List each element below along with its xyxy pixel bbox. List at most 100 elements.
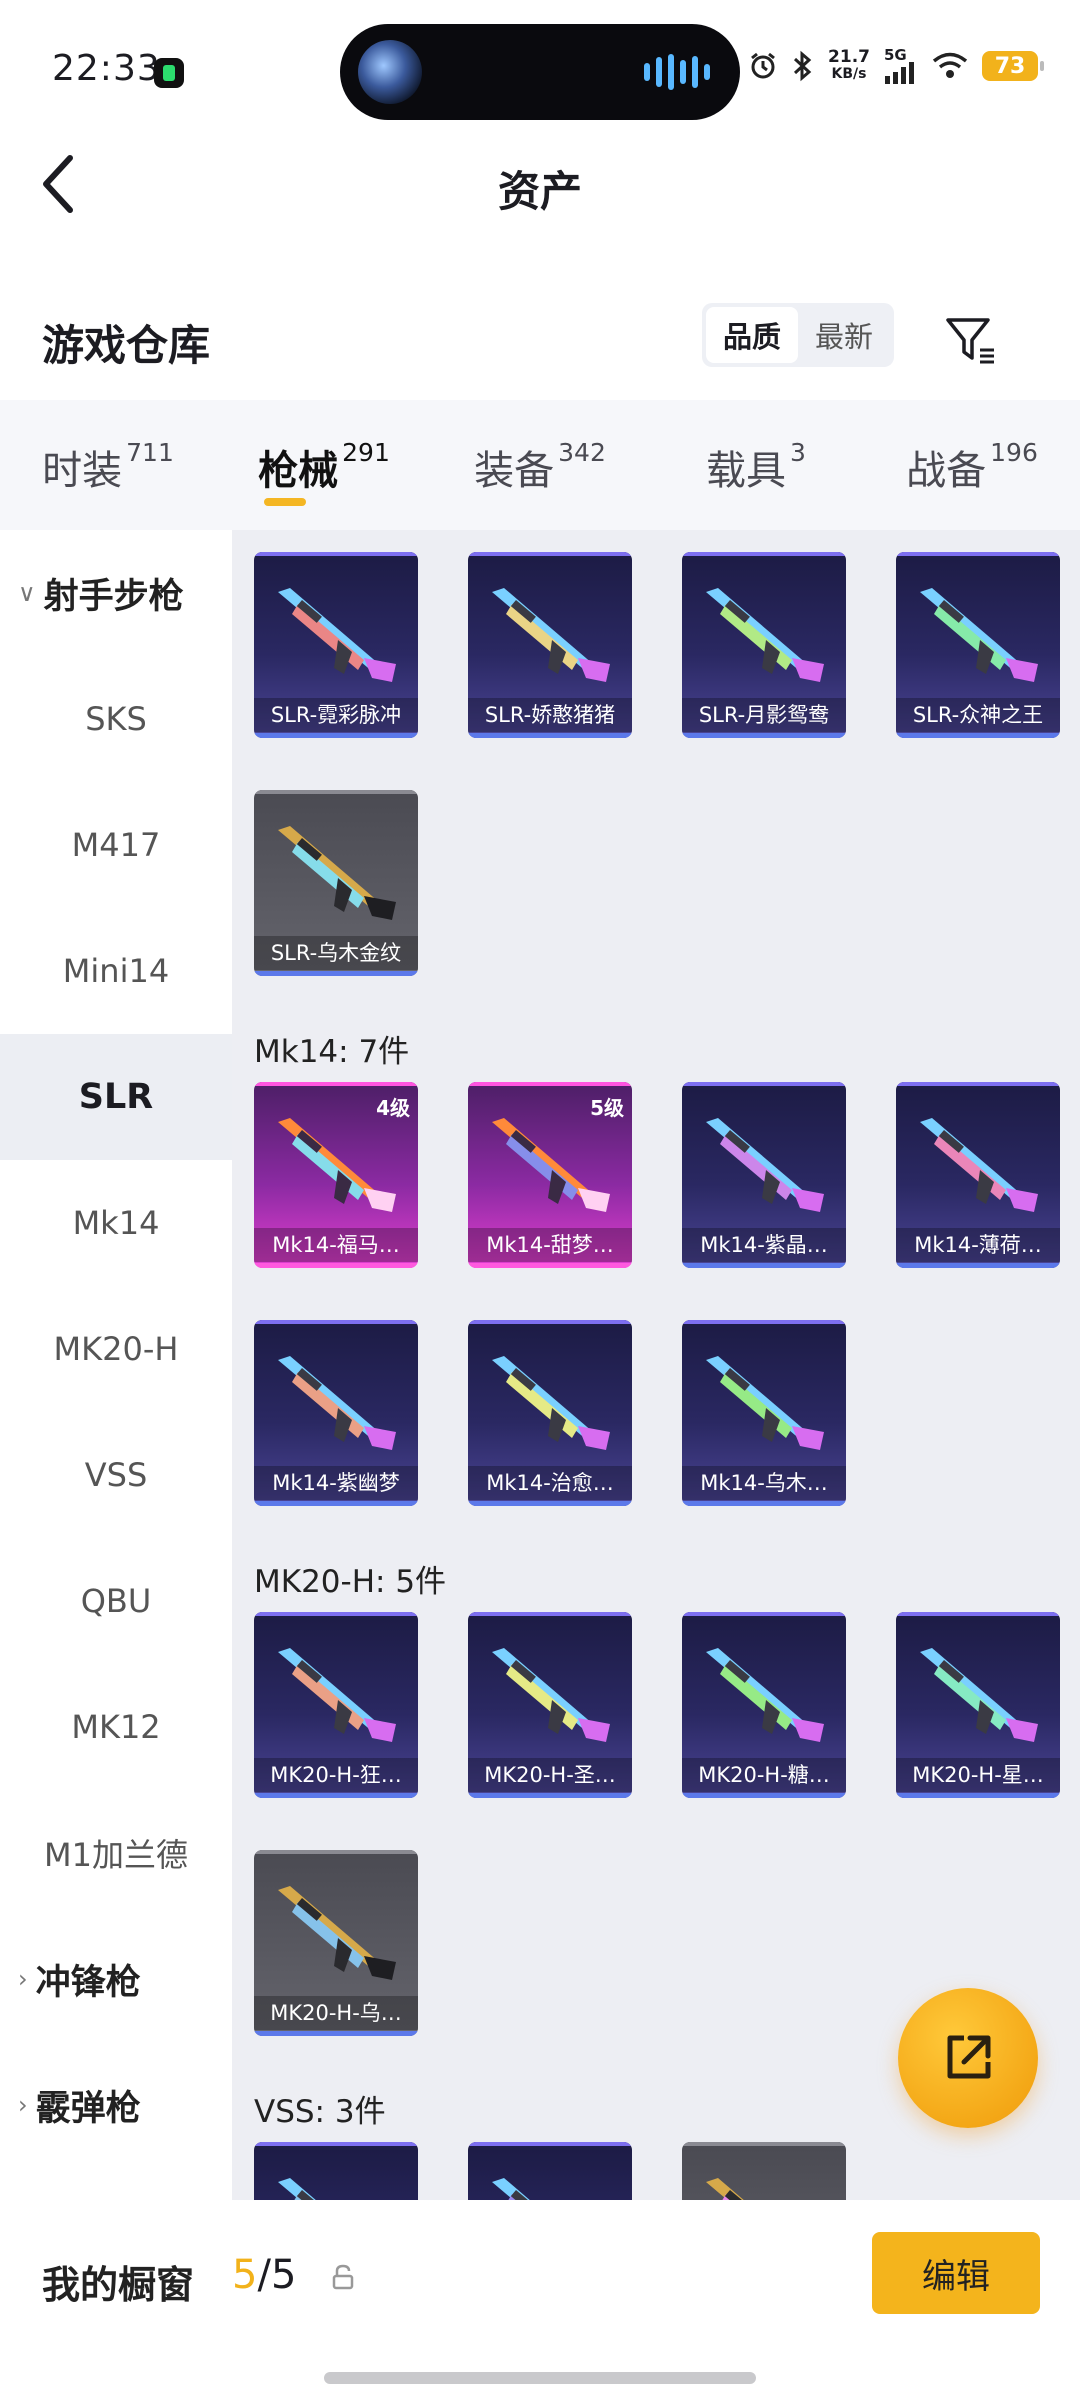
sidebar-item-m417[interactable]: M417 bbox=[0, 782, 232, 908]
rifle-icon bbox=[706, 588, 824, 682]
skin-level-badge: 5级 bbox=[590, 1096, 624, 1120]
weapon-skin-card[interactable] bbox=[254, 2142, 418, 2200]
alarm-icon bbox=[751, 52, 775, 79]
section-header: Mk14: 7件 bbox=[254, 1034, 410, 1070]
edit-showcase-button[interactable]: 编辑 bbox=[872, 2232, 1040, 2314]
rarity-bar bbox=[896, 1793, 1060, 1798]
showcase-count: 5/5 bbox=[232, 2252, 296, 2298]
page-title: 资产 bbox=[497, 167, 582, 216]
status-bar: 22:33 21.7 KB/s 5G 73 bbox=[0, 0, 1080, 130]
section-header: VSS: 3件 bbox=[254, 2094, 386, 2130]
sidebar-item-m1-garand[interactable]: M1加兰德 bbox=[0, 1790, 232, 1916]
sidebar-item-mini14[interactable]: Mini14 bbox=[0, 908, 232, 1034]
sidebar-item-mk12[interactable]: MK12 bbox=[0, 1664, 232, 1790]
sidebar-group-smg[interactable]: › 冲锋枪 bbox=[0, 1916, 232, 2042]
showcase-label: 我的橱窗 bbox=[42, 2263, 195, 2307]
sidebar-item-label: QBU bbox=[80, 1582, 152, 1620]
sidebar-item-sks[interactable]: SKS bbox=[0, 656, 232, 782]
net-speed-unit: KB/s bbox=[831, 66, 867, 82]
tab-equipment[interactable]: 装备 342 bbox=[432, 400, 648, 530]
rifle-icon bbox=[278, 1886, 396, 1980]
music-cover-icon bbox=[358, 40, 422, 104]
rarity-bar bbox=[254, 1501, 418, 1506]
filter-button[interactable] bbox=[940, 310, 1000, 370]
weapon-skin-card[interactable]: SLR-霓彩脉冲 bbox=[254, 552, 418, 738]
skin-name: MK20-H-狂… bbox=[254, 1758, 418, 1792]
sidebar-item-qbu[interactable]: QBU bbox=[0, 1538, 232, 1664]
home-indicator[interactable] bbox=[324, 2372, 756, 2384]
tab-count: 196 bbox=[990, 438, 1038, 467]
weapon-skin-card[interactable]: Mk14-薄荷… bbox=[896, 1082, 1060, 1268]
weapon-skin-card[interactable]: MK20-H-乌… bbox=[254, 1850, 418, 2036]
app-notification-icon bbox=[154, 58, 184, 88]
weapon-skin-card[interactable]: MK20-H-狂… bbox=[254, 1612, 418, 1798]
sidebar-item-label: M1加兰德 bbox=[44, 1836, 188, 1874]
sidebar-item-label: Mini14 bbox=[62, 952, 170, 990]
tab-label: 时装 bbox=[42, 448, 123, 494]
weapon-skin-card[interactable]: SLR-乌木金纹 bbox=[254, 790, 418, 976]
tab-label: 载具 bbox=[706, 448, 787, 494]
weapon-skin-card[interactable]: Mk14-紫晶… bbox=[682, 1082, 846, 1268]
skin-name: Mk14-紫幽梦 bbox=[254, 1466, 418, 1500]
weapon-skin-card[interactable]: Mk14-治愈… bbox=[468, 1320, 632, 1506]
rifle-icon bbox=[706, 1648, 824, 1742]
tab-supplies[interactable]: 战备 196 bbox=[864, 400, 1080, 530]
weapon-skin-card[interactable]: SLR-众神之王 bbox=[896, 552, 1060, 738]
skin-name: Mk14-薄荷… bbox=[896, 1228, 1060, 1262]
weapon-skin-card[interactable] bbox=[682, 2142, 846, 2200]
sort-quality-button[interactable]: 品质 bbox=[706, 307, 798, 363]
tab-count: 3 bbox=[790, 438, 806, 467]
skin-name: Mk14-甜梦… bbox=[468, 1228, 632, 1262]
sidebar-item-label: VSS bbox=[84, 1456, 148, 1494]
weapon-skin-card[interactable]: SLR-娇憨猪猪 bbox=[468, 552, 632, 738]
weapon-skin-card[interactable]: Mk14-乌木… bbox=[682, 1320, 846, 1506]
lock-open-icon bbox=[332, 2264, 354, 2290]
skin-name: Mk14-紫晶… bbox=[682, 1228, 846, 1262]
rarity-bar bbox=[896, 1263, 1060, 1268]
warehouse-title: 游戏仓库 bbox=[42, 321, 211, 370]
sidebar-item-mk20h[interactable]: MK20-H bbox=[0, 1286, 232, 1412]
weapon-skin-card[interactable]: SLR-月影鸳鸯 bbox=[682, 552, 846, 738]
sidebar-item-mk14[interactable]: Mk14 bbox=[0, 1160, 232, 1286]
tab-count: 711 bbox=[126, 438, 174, 467]
rarity-bar bbox=[468, 1263, 632, 1268]
weapon-skin-card[interactable]: MK20-H-糖… bbox=[682, 1612, 846, 1798]
weapon-skin-card[interactable]: MK20-H-圣… bbox=[468, 1612, 632, 1798]
weapon-skin-card[interactable]: 4级 Mk14-福马… bbox=[254, 1082, 418, 1268]
rifle-icon bbox=[920, 1648, 1038, 1742]
sidebar-item-slr[interactable]: SLR bbox=[0, 1034, 232, 1160]
rifle-icon bbox=[278, 588, 396, 682]
chevron-right-icon: › bbox=[18, 1965, 28, 1993]
weapon-skin-card[interactable]: MK20-H-星… bbox=[896, 1612, 1060, 1798]
weapon-skin-card[interactable]: Mk14-紫幽梦 bbox=[254, 1320, 418, 1506]
rarity-bar bbox=[682, 1793, 846, 1798]
sidebar-group-shotgun[interactable]: › 霰弹枪 bbox=[0, 2042, 232, 2168]
share-button[interactable] bbox=[898, 1988, 1038, 2128]
tab-label: 枪械 bbox=[258, 448, 339, 494]
share-export-icon bbox=[947, 2035, 991, 2079]
dynamic-island[interactable] bbox=[340, 24, 740, 120]
sidebar-item-label: 冲锋枪 bbox=[35, 1962, 141, 2003]
tab-costume[interactable]: 时装 711 bbox=[0, 400, 216, 530]
rifle-icon bbox=[492, 1118, 610, 1212]
rarity-bar bbox=[468, 1793, 632, 1798]
sidebar-item-vss[interactable]: VSS bbox=[0, 1412, 232, 1538]
rarity-bar bbox=[468, 1501, 632, 1506]
sidebar-item-label: 射手步枪 bbox=[43, 576, 184, 617]
skin-name: Mk14-乌木… bbox=[682, 1466, 846, 1500]
rifle-icon bbox=[278, 1118, 396, 1212]
sidebar-item-label: Mk14 bbox=[72, 1204, 160, 1242]
weapon-skin-card[interactable]: 5级 Mk14-甜梦… bbox=[468, 1082, 632, 1268]
weapon-category-sidebar: ∨ 射手步枪 SKS M417 Mini14 SLR Mk14 MK20-H V… bbox=[0, 530, 232, 2200]
sidebar-group-marksman[interactable]: ∨ 射手步枪 bbox=[0, 530, 232, 656]
rifle-icon bbox=[706, 1356, 824, 1450]
tab-vehicles[interactable]: 载具 3 bbox=[648, 400, 864, 530]
category-tabs: 时装 711 枪械 291 装备 342 载具 3 战备 196 bbox=[0, 400, 1080, 530]
rifle-icon bbox=[492, 1356, 610, 1450]
rifle-icon bbox=[278, 2178, 322, 2200]
tab-firearms[interactable]: 枪械 291 bbox=[216, 400, 432, 530]
sort-toggle: 品质 最新 bbox=[702, 303, 894, 367]
sort-newest-button[interactable]: 最新 bbox=[798, 307, 890, 363]
weapon-skin-card[interactable] bbox=[468, 2142, 632, 2200]
sidebar-item-label: M417 bbox=[71, 826, 161, 864]
